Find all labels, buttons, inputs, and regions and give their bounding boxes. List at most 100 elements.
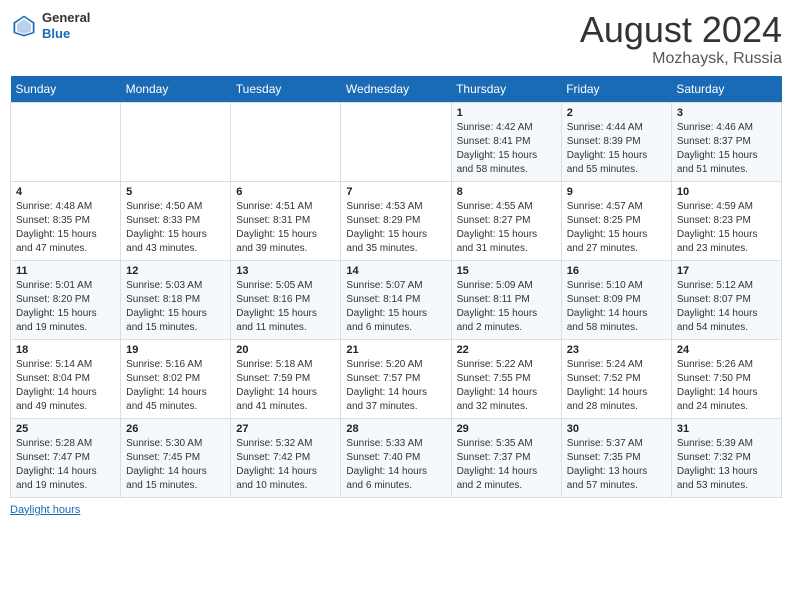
day-number: 24 [677, 344, 776, 356]
day-number: 22 [457, 344, 556, 356]
day-number: 17 [677, 265, 776, 277]
day-info: Sunrise: 4:42 AM Sunset: 8:41 PM Dayligh… [457, 121, 556, 177]
day-info: Sunrise: 5:32 AM Sunset: 7:42 PM Dayligh… [236, 437, 335, 493]
calendar-cell: 2Sunrise: 4:44 AM Sunset: 8:39 PM Daylig… [561, 102, 671, 181]
day-number: 9 [567, 186, 666, 198]
day-info: Sunrise: 5:09 AM Sunset: 8:11 PM Dayligh… [457, 279, 556, 335]
logo-icon [10, 12, 38, 40]
calendar-dow-sunday: Sunday [11, 76, 121, 103]
calendar-cell [341, 102, 451, 181]
day-info: Sunrise: 4:51 AM Sunset: 8:31 PM Dayligh… [236, 200, 335, 256]
calendar-dow-tuesday: Tuesday [231, 76, 341, 103]
day-info: Sunrise: 4:46 AM Sunset: 8:37 PM Dayligh… [677, 121, 776, 177]
day-number: 27 [236, 423, 335, 435]
day-info: Sunrise: 4:50 AM Sunset: 8:33 PM Dayligh… [126, 200, 225, 256]
day-number: 21 [346, 344, 445, 356]
calendar-cell: 14Sunrise: 5:07 AM Sunset: 8:14 PM Dayli… [341, 260, 451, 339]
calendar-cell: 17Sunrise: 5:12 AM Sunset: 8:07 PM Dayli… [671, 260, 781, 339]
day-info: Sunrise: 5:03 AM Sunset: 8:18 PM Dayligh… [126, 279, 225, 335]
calendar-dow-saturday: Saturday [671, 76, 781, 103]
calendar-cell: 25 Sunrise: 5:28 AM Sunset: 7:47 PM Dayli… [11, 418, 121, 497]
day-info: Sunrise: 5:26 AM Sunset: 7:50 PM Dayligh… [677, 358, 776, 414]
calendar-week-3: 11 Sunrise: 5:01 AM Sunset: 8:20 PM Dayli… [11, 260, 782, 339]
day-info: Sunrise: 5:14 AM Sunset: 8:04 PM Dayligh… [16, 358, 115, 414]
day-info: Sunrise: 4:55 AM Sunset: 8:27 PM Dayligh… [457, 200, 556, 256]
calendar-cell: 9 Sunrise: 4:57 AM Sunset: 8:25 PM Daylig… [561, 181, 671, 260]
calendar-cell: 6 Sunrise: 4:51 AM Sunset: 8:31 PM Daylig… [231, 181, 341, 260]
calendar-week-1: 1 Sunrise: 4:42 AM Sunset: 8:41 PM Daylig… [11, 102, 782, 181]
day-number: 31 [677, 423, 776, 435]
calendar-cell: 28Sunrise: 5:33 AM Sunset: 7:40 PM Dayli… [341, 418, 451, 497]
day-number: 23 [567, 344, 666, 356]
calendar-header-row: SundayMondayTuesdayWednesdayThursdayFrid… [11, 76, 782, 103]
calendar-cell: 11 Sunrise: 5:01 AM Sunset: 8:20 PM Dayli… [11, 260, 121, 339]
daylight-hours-label: Daylight hours [10, 504, 80, 516]
location-title: Mozhaysk, Russia [580, 50, 782, 68]
day-info: Sunrise: 5:37 AM Sunset: 7:35 PM Dayligh… [567, 437, 666, 493]
calendar-cell [121, 102, 231, 181]
calendar-cell: 1 Sunrise: 4:42 AM Sunset: 8:41 PM Daylig… [451, 102, 561, 181]
day-info: Sunrise: 5:01 AM Sunset: 8:20 PM Dayligh… [16, 279, 115, 335]
day-info: Sunrise: 5:30 AM Sunset: 7:45 PM Dayligh… [126, 437, 225, 493]
calendar-cell [11, 102, 121, 181]
day-info: Sunrise: 4:53 AM Sunset: 8:29 PM Dayligh… [346, 200, 445, 256]
day-info: Sunrise: 5:07 AM Sunset: 8:14 PM Dayligh… [346, 279, 445, 335]
calendar-cell: 27 Sunrise: 5:32 AM Sunset: 7:42 PM Dayli… [231, 418, 341, 497]
footer-note: Daylight hours [10, 504, 782, 516]
calendar-cell: 31 Sunrise: 5:39 AM Sunset: 7:32 PM Dayli… [671, 418, 781, 497]
logo: General Blue [10, 10, 90, 41]
calendar-cell: 30Sunrise: 5:37 AM Sunset: 7:35 PM Dayli… [561, 418, 671, 497]
calendar-cell: 29 Sunrise: 5:35 AM Sunset: 7:37 PM Dayli… [451, 418, 561, 497]
calendar-cell: 8 Sunrise: 4:55 AM Sunset: 8:27 PM Daylig… [451, 181, 561, 260]
day-number: 7 [346, 186, 445, 198]
day-number: 29 [457, 423, 556, 435]
calendar-cell: 7 Sunrise: 4:53 AM Sunset: 8:29 PM Daylig… [341, 181, 451, 260]
calendar-cell: 18Sunrise: 5:14 AM Sunset: 8:04 PM Dayli… [11, 339, 121, 418]
day-number: 28 [346, 423, 445, 435]
calendar-cell: 19Sunrise: 5:16 AM Sunset: 8:02 PM Dayli… [121, 339, 231, 418]
day-number: 13 [236, 265, 335, 277]
day-info: Sunrise: 4:57 AM Sunset: 8:25 PM Dayligh… [567, 200, 666, 256]
day-info: Sunrise: 5:24 AM Sunset: 7:52 PM Dayligh… [567, 358, 666, 414]
logo-blue: Blue [42, 26, 90, 42]
day-info: Sunrise: 5:05 AM Sunset: 8:16 PM Dayligh… [236, 279, 335, 335]
calendar-dow-thursday: Thursday [451, 76, 561, 103]
calendar-cell: 24 Sunrise: 5:26 AM Sunset: 7:50 PM Dayli… [671, 339, 781, 418]
day-number: 3 [677, 107, 776, 119]
calendar-dow-monday: Monday [121, 76, 231, 103]
day-info: Sunrise: 5:20 AM Sunset: 7:57 PM Dayligh… [346, 358, 445, 414]
calendar-cell: 5 Sunrise: 4:50 AM Sunset: 8:33 PM Daylig… [121, 181, 231, 260]
day-number: 5 [126, 186, 225, 198]
day-info: Sunrise: 5:22 AM Sunset: 7:55 PM Dayligh… [457, 358, 556, 414]
calendar-cell: 4Sunrise: 4:48 AM Sunset: 8:35 PM Daylig… [11, 181, 121, 260]
calendar-cell [231, 102, 341, 181]
day-number: 11 [16, 265, 115, 277]
day-info: Sunrise: 5:39 AM Sunset: 7:32 PM Dayligh… [677, 437, 776, 493]
calendar-cell: 22 Sunrise: 5:22 AM Sunset: 7:55 PM Dayli… [451, 339, 561, 418]
calendar-dow-wednesday: Wednesday [341, 76, 451, 103]
day-number: 19 [126, 344, 225, 356]
page-header: General Blue August 2024 Mozhaysk, Russi… [10, 10, 782, 68]
day-info: Sunrise: 5:28 AM Sunset: 7:47 PM Dayligh… [16, 437, 115, 493]
month-year-title: August 2024 [580, 10, 782, 50]
calendar-cell: 23 Sunrise: 5:24 AM Sunset: 7:52 PM Dayli… [561, 339, 671, 418]
day-info: Sunrise: 4:59 AM Sunset: 8:23 PM Dayligh… [677, 200, 776, 256]
day-number: 1 [457, 107, 556, 119]
calendar-cell: 15 Sunrise: 5:09 AM Sunset: 8:11 PM Dayli… [451, 260, 561, 339]
calendar-week-5: 25 Sunrise: 5:28 AM Sunset: 7:47 PM Dayli… [11, 418, 782, 497]
day-number: 15 [457, 265, 556, 277]
calendar-cell: 12 Sunrise: 5:03 AM Sunset: 8:18 PM Dayli… [121, 260, 231, 339]
calendar-cell: 26 Sunrise: 5:30 AM Sunset: 7:45 PM Dayli… [121, 418, 231, 497]
day-number: 10 [677, 186, 776, 198]
day-number: 25 [16, 423, 115, 435]
day-number: 26 [126, 423, 225, 435]
day-number: 8 [457, 186, 556, 198]
day-number: 12 [126, 265, 225, 277]
day-number: 20 [236, 344, 335, 356]
day-number: 4 [16, 186, 115, 198]
day-info: Sunrise: 5:35 AM Sunset: 7:37 PM Dayligh… [457, 437, 556, 493]
logo-general: General [42, 10, 90, 26]
calendar-table: SundayMondayTuesdayWednesdayThursdayFrid… [10, 76, 782, 498]
day-number: 6 [236, 186, 335, 198]
calendar-week-4: 18Sunrise: 5:14 AM Sunset: 8:04 PM Dayli… [11, 339, 782, 418]
